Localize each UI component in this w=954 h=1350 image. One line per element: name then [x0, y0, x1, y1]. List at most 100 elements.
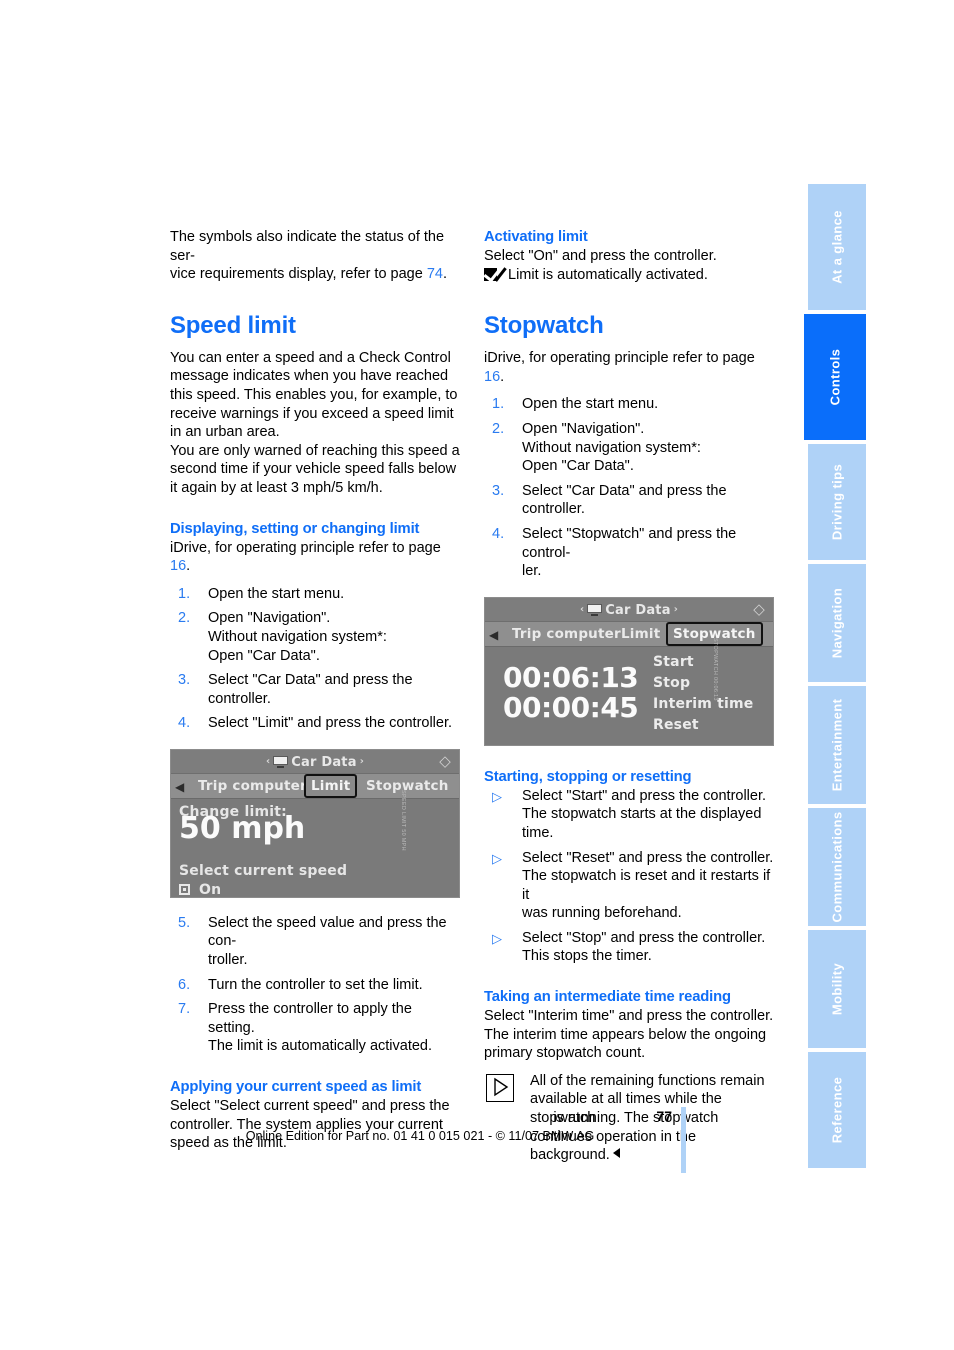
speed-limit-paragraph-1: You can enter a speed and a Check Contro… — [170, 349, 458, 441]
left-text-column: The symbols also indicate the status of … — [170, 228, 460, 1153]
page-reference-16[interactable]: 16 — [484, 369, 500, 385]
idrive-screenshot-stopwatch: ‹ Car Data › ◇ ◀ Trip computer Limit Stopw… — [484, 596, 774, 746]
stopwatch-actions-list: ▷ Select "Start" and press the controlle… — [484, 787, 774, 966]
activating-limit-line-1: Select "On" and press the controller. — [484, 248, 717, 264]
right-text-column: Activating limit Select "On" and press t… — [484, 228, 774, 1165]
heading-applying-current-speed: Applying your current speed as limit — [170, 1079, 422, 1096]
step-number: 6. — [178, 976, 191, 993]
step-text: Select "Car Data" and press the controll… — [208, 672, 413, 707]
list-item: 3. Select "Car Data" and press the contr… — [484, 482, 774, 519]
bullet-text: The stopwatch is reset and it restarts i… — [522, 868, 771, 903]
list-item: ▷ Select "Stop" and press the controller… — [484, 929, 774, 966]
sidebar-item-entertainment[interactable]: Entertainment — [808, 686, 866, 806]
monitor-icon — [273, 755, 289, 768]
step-text: Open "Car Data". — [522, 458, 634, 475]
limit-steps-list-continued: 5. Select the speed value and press the … — [170, 914, 460, 1056]
bullet-text: Select "Reset" and press the controller. — [522, 849, 774, 866]
lead-text: iDrive, for operating principle refer to… — [170, 539, 441, 556]
stopwatch-menu-start[interactable]: Start — [653, 653, 694, 672]
step-text: Select "Stopwatch" and press the control… — [522, 525, 737, 561]
idrive-tab-limit[interactable]: Limit — [616, 624, 665, 645]
stopwatch-menu-reset[interactable]: Reset — [653, 716, 699, 735]
chevron-left-icon: ‹ — [579, 603, 585, 615]
sidebar-item-label: At a glance — [829, 210, 845, 284]
step-text: Open the start menu. — [522, 396, 659, 413]
checkbox-icon[interactable] — [179, 883, 190, 895]
stopwatch-steps-list: 1. Open the start menu. 2. Open "Navigat… — [484, 395, 774, 580]
step-number: 1. — [178, 585, 191, 602]
idrive-content-stopwatch: 00:06:13 00:00:45 Start Stop Interim tim… — [485, 646, 773, 745]
step-text: Turn the controller to set the limit. — [208, 976, 423, 993]
intro-paragraph: The symbols also indicate the status of … — [170, 228, 460, 284]
page-number: 77 — [656, 1108, 672, 1124]
back-arrow-icon: ◀ — [489, 627, 499, 642]
step-text: The limit is automatically activated. — [208, 1038, 433, 1055]
sidebar-item-controls[interactable]: Controls — [804, 314, 866, 442]
stopwatch-menu-interim-time[interactable]: Interim time — [653, 695, 754, 714]
triangle-bullet-icon: ▷ — [492, 788, 502, 804]
idrive-header: ‹ Car Data › ◇ — [171, 749, 459, 774]
list-item: 3. Select "Car Data" and press the contr… — [170, 671, 460, 708]
list-item: 5. Select the speed value and press the … — [170, 914, 460, 970]
sidebar-item-at-a-glance[interactable]: At a glance — [808, 184, 866, 312]
step-text: Select the speed value and press the con… — [208, 914, 447, 950]
sidebar-item-communications[interactable]: Communications — [808, 808, 866, 928]
step-text: Open "Navigation". — [208, 610, 331, 627]
stopwatch-menu-stop[interactable]: Stop — [653, 674, 690, 693]
stopwatch-interim-time: 00:00:45 — [503, 690, 639, 724]
play-triangle-svg — [494, 1077, 509, 1097]
idrive-header-title: Car Data — [605, 602, 671, 618]
page-reference-16[interactable]: 16 — [170, 558, 186, 574]
chevron-left-icon: ‹ — [265, 755, 271, 767]
sidebar-item-label: Controls — [827, 348, 843, 406]
idrive-tab-bar: ◀ Trip computer Limit Stopwatch — [485, 621, 773, 647]
heading-activating-limit: Activating limit — [484, 229, 588, 245]
settings-icon: ◇ — [753, 599, 765, 618]
list-item: ▷ Select "Reset" and press the controlle… — [484, 849, 774, 923]
idrive-header: ‹ Car Data › ◇ — [485, 597, 773, 622]
sidebar-item-mobility[interactable]: Mobility — [808, 930, 866, 1050]
intermediate-time-body: Select "Interim time" and press the cont… — [484, 1008, 774, 1062]
triangle-bullet-icon: ▷ — [492, 850, 502, 866]
idrive-header-title-row: ‹ Car Data › — [171, 753, 459, 773]
chevron-right-icon: › — [359, 755, 365, 767]
stopwatch-primary-time: 00:06:13 — [503, 660, 639, 694]
step-text: Select "Limit" and press the controller. — [208, 715, 453, 732]
step-text: Open "Navigation". — [522, 420, 645, 437]
idrive-tab-limit[interactable]: Limit — [304, 773, 358, 799]
step-number: 3. — [178, 672, 191, 689]
lead-text-end: . — [500, 368, 505, 385]
list-item: 4. Select "Stopwatch" and press the cont… — [484, 525, 774, 581]
intro-line-1: The symbols also indicate the status of … — [170, 229, 445, 264]
chevron-right-icon: › — [673, 603, 679, 615]
heading-displaying-setting-changing-limit: Displaying, setting or changing limit — [170, 520, 420, 537]
idrive-screenshot-limit: ‹ Car Data › ◇ ◀ Trip computer Limit Stopw… — [170, 748, 460, 898]
limit-steps-list: 1. Open the start menu. 2. Open "Navigat… — [170, 585, 460, 733]
lead-text: iDrive, for operating principle refer to… — [484, 350, 755, 367]
checkmark-box-icon — [484, 267, 497, 281]
idrive-tab-trip-computer[interactable]: Trip computer — [193, 776, 312, 797]
step-number: 3. — [492, 482, 505, 499]
sidebar-item-reference[interactable]: Reference — [808, 1052, 866, 1170]
idrive-tab-bar: ◀ Trip computer Limit Stopwatch — [171, 773, 459, 799]
on-toggle-label[interactable]: On — [199, 881, 221, 897]
sidebar-item-navigation[interactable]: Navigation — [808, 564, 866, 684]
page-title-stopwatch: Stopwatch — [484, 312, 604, 340]
sidebar-item-label: Driving tips — [829, 463, 845, 541]
sidebar-item-label: Mobility — [829, 962, 845, 1016]
screenshot-credit: STOPWATCH 00:06:13 — [712, 637, 719, 701]
list-item: 7. Press the controller to apply the set… — [170, 1000, 460, 1056]
sidebar-item-driving-tips[interactable]: Driving tips — [808, 444, 866, 562]
page-reference-74[interactable]: 74 — [427, 266, 443, 282]
select-current-speed-item[interactable]: Select current speed — [179, 862, 347, 881]
step-text: Without navigation system*: — [208, 628, 387, 645]
idrive-header-title: Car Data — [291, 754, 357, 770]
step-text: Without navigation system*: — [522, 439, 701, 456]
bullet-text: Select "Stop" and press the controller. — [522, 929, 766, 946]
limit-value[interactable]: 50 mph — [179, 814, 305, 843]
step-text: Open "Car Data". — [208, 647, 320, 664]
step-text: Press the controller to apply the settin… — [208, 1001, 412, 1036]
list-item: 2. Open "Navigation". Without navigation… — [484, 420, 774, 476]
list-item: ▷ Select "Start" and press the controlle… — [484, 787, 774, 843]
idrive-tab-trip-computer[interactable]: Trip computer — [507, 624, 626, 645]
